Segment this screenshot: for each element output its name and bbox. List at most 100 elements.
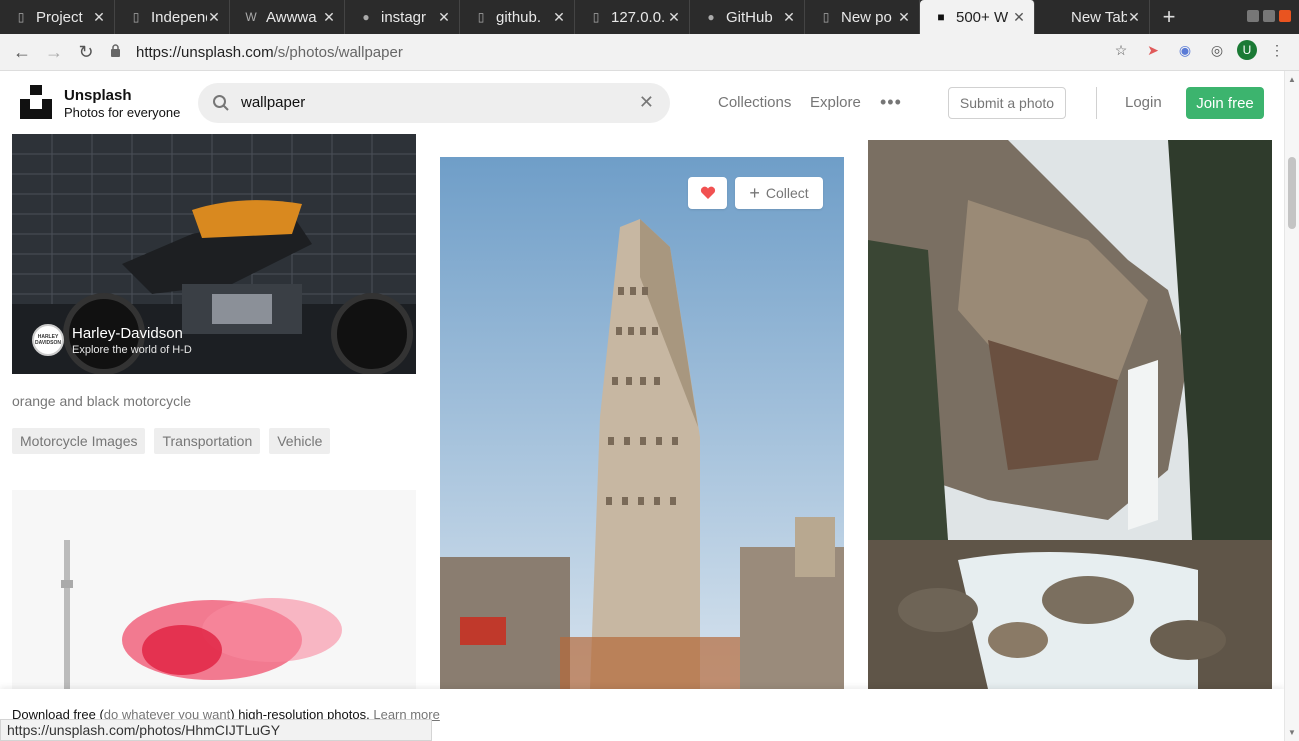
scrollbar-thumb[interactable] xyxy=(1288,157,1296,229)
new-tab-button[interactable]: + xyxy=(1150,0,1188,34)
reload-icon[interactable]: ↻ xyxy=(70,37,102,67)
heart-icon xyxy=(700,186,715,199)
extension-icon[interactable]: ➤ xyxy=(1141,38,1165,62)
window-controls xyxy=(1247,10,1291,22)
tab-close-icon[interactable]: ✕ xyxy=(437,9,451,26)
sponsor-avatar: HARLEY DAVIDSON xyxy=(32,324,64,356)
page-icon: ▯ xyxy=(592,10,600,24)
bookmark-star-icon[interactable]: ☆ xyxy=(1109,38,1133,62)
tab-close-icon[interactable]: ✕ xyxy=(207,9,221,26)
lock-icon xyxy=(110,44,124,60)
photo-caption: orange and black motorcycle xyxy=(12,393,191,409)
maximize-button[interactable] xyxy=(1263,10,1275,22)
page-icon: ▯ xyxy=(822,10,830,24)
browser-tab[interactable]: ▯ 127.0.0. ✕ xyxy=(575,0,690,34)
page-icon: ▯ xyxy=(132,10,140,24)
brand[interactable]: Unsplash Photos for everyone xyxy=(64,87,180,120)
search-icon xyxy=(213,95,229,111)
github-icon: ● xyxy=(362,10,370,24)
tab-title: Awwwa xyxy=(266,8,317,26)
tab-title: 500+ W xyxy=(956,8,1009,26)
search-input[interactable]: wallpaper xyxy=(241,94,305,111)
photo-waterfall[interactable] xyxy=(868,140,1272,689)
join-free-button[interactable]: Join free xyxy=(1186,87,1264,119)
brand-name: Unsplash xyxy=(64,87,132,104)
browser-tab[interactable]: ▯ github. ✕ xyxy=(460,0,575,34)
tab-close-icon[interactable]: ✕ xyxy=(782,9,796,26)
browser-tab[interactable]: ● GitHub ✕ xyxy=(690,0,805,34)
browser-tab[interactable]: New Tab ✕ xyxy=(1035,0,1150,34)
browser-tab[interactable]: ▯ Project ✕ xyxy=(0,0,115,34)
tag-chip[interactable]: Transportation xyxy=(154,428,261,454)
photo-red-smoke[interactable] xyxy=(12,490,416,689)
photo-flatiron-building[interactable] xyxy=(440,157,844,689)
nav-collections[interactable]: Collections xyxy=(718,94,791,111)
profile-avatar[interactable]: U xyxy=(1237,40,1257,60)
tag-chip[interactable]: Vehicle xyxy=(269,428,331,454)
like-button[interactable] xyxy=(688,177,727,209)
collect-label: Collect xyxy=(765,185,809,201)
tab-title: New Tab xyxy=(1071,8,1127,26)
status-bar-url: https://unsplash.com/photos/HhmCIJTLuGY xyxy=(0,719,432,741)
plus-icon: + xyxy=(749,182,760,203)
browser-tab[interactable]: ▯ Independ✕ xyxy=(115,0,230,34)
tab-close-icon[interactable]: ✕ xyxy=(1127,9,1141,26)
browser-tab[interactable]: ■ 500+ W ✕ xyxy=(920,0,1035,34)
page-icon: ▯ xyxy=(477,10,485,24)
github-icon: ● xyxy=(707,10,715,24)
header-divider xyxy=(1096,87,1097,119)
sponsor-avatar-text: HARLEY DAVIDSON xyxy=(34,334,62,346)
tab-title: Project xyxy=(36,8,83,26)
tab-title: GitHub xyxy=(726,8,773,26)
photo-actions: + Collect xyxy=(688,177,823,209)
tab-title: Independ xyxy=(151,8,207,26)
sponsor-subtitle: Explore the world of H-D xyxy=(72,343,192,356)
brand-tagline: Photos for everyone xyxy=(64,105,181,120)
site-header: Unsplash Photos for everyone wallpaper ✕… xyxy=(0,71,1284,134)
blank-favicon xyxy=(1049,10,1063,24)
close-window-button[interactable] xyxy=(1279,10,1291,22)
sponsor-name: Harley-Davidson xyxy=(72,324,183,342)
minimize-button[interactable] xyxy=(1247,10,1259,22)
tab-title: New po xyxy=(841,8,892,26)
extension-icon[interactable]: ◎ xyxy=(1205,38,1229,62)
url-host: https://unsplash.com xyxy=(136,43,274,61)
scroll-down-icon[interactable]: ▼ xyxy=(1288,728,1296,737)
login-link[interactable]: Login xyxy=(1125,94,1162,111)
unsplash-icon: ■ xyxy=(937,10,945,24)
awwwards-icon: W xyxy=(245,10,257,24)
tab-title: github. xyxy=(496,8,542,26)
collect-button[interactable]: + Collect xyxy=(735,177,823,209)
browser-tab[interactable]: ▯ New po ✕ xyxy=(805,0,920,34)
scroll-up-icon[interactable]: ▲ xyxy=(1288,75,1296,84)
browser-tab[interactable]: W Awwwa ✕ xyxy=(230,0,345,34)
browser-tab-strip: ▯Project✕▯Independ✕WAwwwa✕●instagr✕▯gith… xyxy=(0,0,1299,34)
tab-close-icon[interactable]: ✕ xyxy=(667,9,681,26)
tab-close-icon[interactable]: ✕ xyxy=(92,9,106,26)
tab-close-icon[interactable]: ✕ xyxy=(897,9,911,26)
unsplash-logo-icon[interactable] xyxy=(20,85,52,119)
more-menu-icon[interactable]: ••• xyxy=(880,92,902,113)
nav-explore[interactable]: Explore xyxy=(810,94,861,111)
page-icon: ▯ xyxy=(17,10,25,24)
back-arrow-icon[interactable]: ← xyxy=(6,37,38,67)
page-scrollbar[interactable]: ▲ ▼ xyxy=(1284,71,1299,741)
submit-photo-button[interactable]: Submit a photo xyxy=(948,87,1066,119)
menu-kebab-icon[interactable]: ⋮ xyxy=(1265,38,1289,62)
browser-tab[interactable]: ● instagr ✕ xyxy=(345,0,460,34)
url-path: /s/photos/wallpaper xyxy=(273,43,403,61)
tab-close-icon[interactable]: ✕ xyxy=(322,9,336,26)
tag-chip[interactable]: Motorcycle Images xyxy=(12,428,146,454)
extension-icon[interactable]: ◉ xyxy=(1173,38,1197,62)
forward-arrow-icon[interactable]: → xyxy=(38,37,70,67)
tag-list: Motorcycle Images Transportation Vehicle xyxy=(12,428,331,454)
tab-title: 127.0.0. xyxy=(611,8,666,26)
address-bar[interactable]: https://unsplash.com/s/photos/wallpaper xyxy=(110,38,1070,66)
search-bar[interactable]: wallpaper ✕ xyxy=(198,83,670,123)
tab-title: instagr xyxy=(381,8,427,26)
tab-close-icon[interactable]: ✕ xyxy=(552,9,566,26)
url-text: https://unsplash.com/s/photos/wallpaper xyxy=(136,44,403,61)
sponsor-badge[interactable]: HARLEY DAVIDSON Harley-Davidson Explore … xyxy=(32,324,192,356)
clear-search-icon[interactable]: ✕ xyxy=(639,92,654,113)
tab-close-icon[interactable]: ✕ xyxy=(1012,9,1026,26)
